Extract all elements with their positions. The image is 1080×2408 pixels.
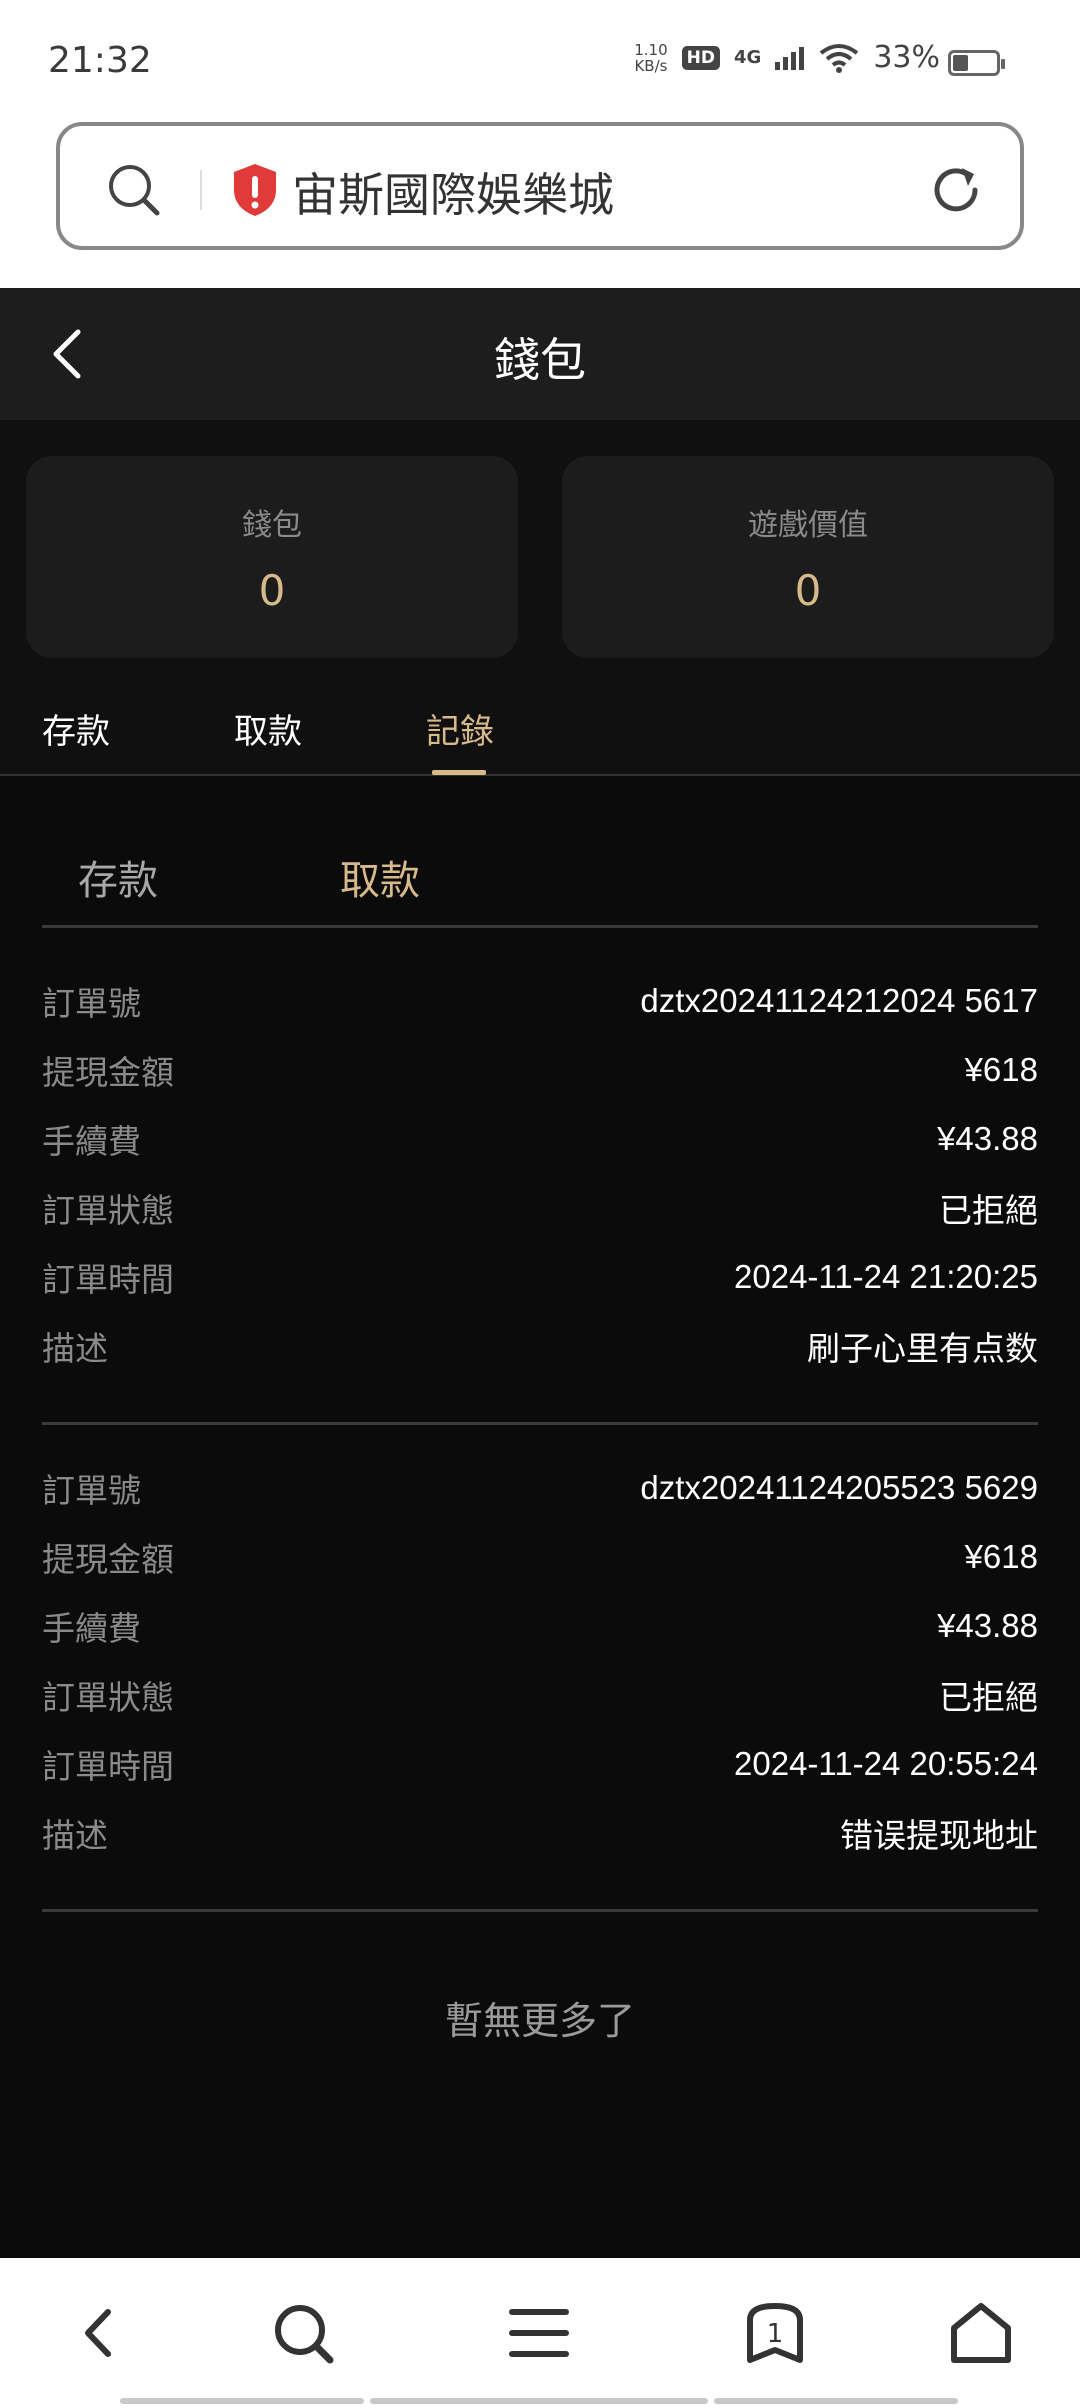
game-value-value: 0 bbox=[794, 566, 822, 615]
record-row: 訂單時間 2024-11-24 20:55:24 bbox=[42, 1729, 1038, 1798]
page-url-title[interactable]: 宙斯國際娛樂城 bbox=[292, 159, 614, 225]
record-row: 提現金額 ¥618 bbox=[42, 1522, 1038, 1591]
network-speed: 1.10 KB/s bbox=[634, 40, 668, 75]
amount-label: 提現金額 bbox=[42, 1539, 174, 1579]
description-label: 描述 bbox=[42, 1815, 108, 1855]
reload-icon[interactable] bbox=[928, 162, 984, 218]
gesture-bar bbox=[120, 2398, 364, 2404]
record-item: 訂單號 dztx20241124205523 5629 提現金額 ¥618 手續費 ¥… bbox=[42, 1453, 1038, 1912]
tab-withdraw[interactable]: 取款 bbox=[234, 704, 302, 753]
tab-count: 1 bbox=[767, 2319, 784, 2349]
wallet-card: 錢包 0 bbox=[26, 456, 518, 658]
record-row: 手續費 ¥43.88 bbox=[42, 1104, 1038, 1173]
address-divider bbox=[200, 170, 202, 210]
tab-records[interactable]: 記錄 bbox=[426, 704, 494, 753]
shield-alert-icon[interactable] bbox=[230, 162, 280, 218]
record-row: 訂單狀態 已拒絕 bbox=[42, 1173, 1038, 1242]
subtab-withdraw[interactable]: 取款 bbox=[340, 848, 420, 906]
nav-home-icon[interactable] bbox=[946, 2298, 1016, 2368]
status-label: 訂單狀態 bbox=[42, 1190, 174, 1230]
wifi-icon bbox=[820, 43, 859, 73]
nav-menu-icon[interactable] bbox=[504, 2298, 574, 2368]
gesture-bar bbox=[714, 2398, 958, 2404]
fee-value: ¥43.88 bbox=[937, 1606, 1038, 1644]
network-type: 4G bbox=[734, 47, 762, 68]
time-label: 訂單時間 bbox=[42, 1259, 174, 1299]
description-label: 描述 bbox=[42, 1328, 108, 1368]
page-title: 錢包 bbox=[494, 333, 586, 387]
order-number-value: dztx20241124212024 5617 bbox=[640, 981, 1038, 1019]
tab-deposit[interactable]: 存款 bbox=[42, 704, 110, 753]
main-tabs: 存款 取款 記錄 bbox=[0, 670, 1080, 776]
game-value-card: 遊戲價值 0 bbox=[562, 456, 1054, 658]
record-row: 訂單號 dztx20241124212024 5617 bbox=[42, 966, 1038, 1035]
no-more-text: 暫無更多了 bbox=[444, 1999, 635, 2043]
amount-label: 提現金額 bbox=[42, 1052, 174, 1092]
order-number-label: 訂單號 bbox=[42, 983, 141, 1023]
gesture-bar bbox=[370, 2398, 708, 2404]
record-row: 手續費 ¥43.88 bbox=[42, 1591, 1038, 1660]
nav-back-icon[interactable] bbox=[64, 2298, 134, 2368]
fee-label: 手續費 bbox=[42, 1608, 141, 1648]
time-value: 2024-11-24 20:55:24 bbox=[734, 1744, 1038, 1782]
time-value: 2024-11-24 21:20:25 bbox=[734, 1257, 1038, 1295]
time-label: 訂單時間 bbox=[42, 1746, 174, 1786]
order-number-label: 訂單號 bbox=[42, 1470, 141, 1510]
subtab-deposit[interactable]: 存款 bbox=[78, 848, 158, 906]
amount-value: ¥618 bbox=[964, 1050, 1038, 1088]
balance-cards: 錢包 0 遊戲價值 0 bbox=[0, 420, 1080, 670]
nav-search-icon[interactable] bbox=[268, 2298, 338, 2368]
hd-badge: HD bbox=[681, 45, 720, 70]
record-row: 描述 刷子心里有点数 bbox=[42, 1311, 1038, 1380]
record-row: 描述 错误提现地址 bbox=[42, 1798, 1038, 1867]
record-row: 訂單時間 2024-11-24 21:20:25 bbox=[42, 1242, 1038, 1311]
status-time: 21:32 bbox=[48, 40, 152, 81]
status-indicators: 1.10 KB/s HD 4G 33% bbox=[634, 40, 940, 75]
address-bar[interactable]: 宙斯國際娛樂城 bbox=[56, 122, 1024, 250]
status-label: 訂單狀態 bbox=[42, 1677, 174, 1717]
game-value-label: 遊戲價值 bbox=[748, 508, 868, 543]
status-bar: 21:32 1.10 KB/s HD 4G 33% bbox=[0, 0, 1080, 120]
record-row: 訂單號 dztx20241124205523 5629 bbox=[42, 1453, 1038, 1522]
description-value: 错误提现地址 bbox=[840, 1816, 1038, 1854]
amount-value: ¥618 bbox=[964, 1537, 1038, 1575]
record-row: 訂單狀態 已拒絕 bbox=[42, 1660, 1038, 1729]
signal-icon bbox=[775, 46, 805, 70]
status-value: 已拒絕 bbox=[939, 1678, 1038, 1716]
browser-bottom-nav: 1 bbox=[0, 2258, 1080, 2408]
fee-value: ¥43.88 bbox=[937, 1119, 1038, 1157]
record-sub-tabs: 存款 取款 bbox=[42, 776, 1038, 928]
order-number-value: dztx20241124205523 5629 bbox=[640, 1468, 1038, 1506]
active-tab-indicator bbox=[432, 770, 486, 775]
browser-bar: 宙斯國際娛樂城 bbox=[0, 120, 1080, 288]
description-value: 刷子心里有点数 bbox=[807, 1329, 1038, 1367]
status-value: 已拒絕 bbox=[939, 1191, 1038, 1229]
search-icon[interactable] bbox=[106, 162, 162, 218]
wallet-label: 錢包 bbox=[242, 508, 302, 543]
fee-label: 手續費 bbox=[42, 1121, 141, 1161]
record-item: 訂單號 dztx20241124212024 5617 提現金額 ¥618 手續費 ¥… bbox=[42, 966, 1038, 1425]
battery-icon bbox=[948, 50, 1005, 76]
wallet-value: 0 bbox=[258, 566, 286, 615]
app-header: 錢包 bbox=[0, 288, 1080, 420]
record-row: 提現金額 ¥618 bbox=[42, 1035, 1038, 1104]
nav-tabs-icon[interactable]: 1 bbox=[740, 2298, 810, 2368]
battery-percent: 33% bbox=[873, 40, 940, 75]
